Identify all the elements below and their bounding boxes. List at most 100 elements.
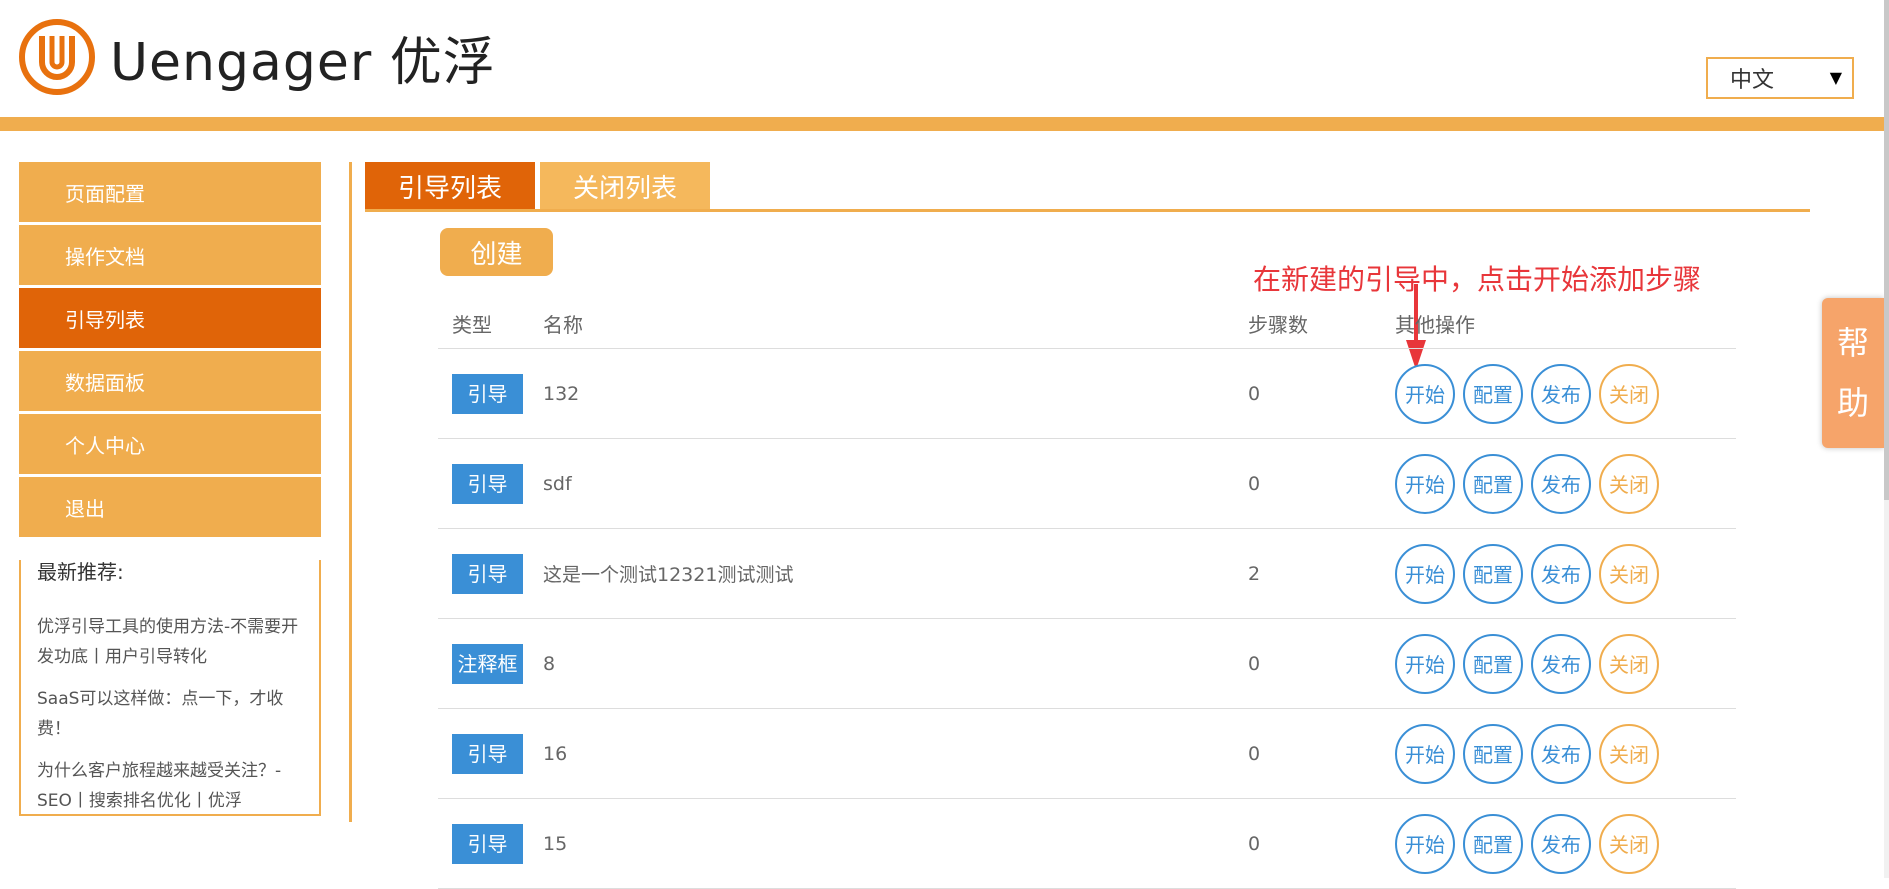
config-button[interactable]: 配置 [1463,363,1523,424]
row-type-cell: 引导 [438,553,543,594]
type-badge: 引导 [452,463,523,504]
config-button[interactable]: 配置 [1463,543,1523,604]
close-button[interactable]: 关闭 [1599,453,1659,514]
uengager-logo-icon [19,19,95,95]
recommend-title: 最新推荐: [37,560,124,584]
tab-underline [365,209,1810,212]
header-name: 名称 [543,312,583,337]
help-button[interactable]: 帮 助 [1822,298,1884,448]
table-row: 引导 这是一个测试12321测试测试 2 开始 配置 发布 关闭 [438,529,1736,619]
sidebar-item-label: 操作文档 [65,244,145,269]
config-button[interactable]: 配置 [1463,633,1523,694]
sidebar-item-docs[interactable]: 操作文档 [19,225,321,285]
recommend-panel: 最新推荐: 优浮引导工具的使用方法-不需要开发功底丨用户引导转化 SaaS可以这… [19,560,321,816]
close-button[interactable]: 关闭 [1599,543,1659,604]
row-actions: 开始 配置 发布 关闭 [1381,363,1667,424]
row-actions: 开始 配置 发布 关闭 [1381,813,1667,874]
publish-button[interactable]: 发布 [1531,543,1591,604]
row-name: 16 [543,742,568,765]
row-name: 15 [543,832,568,855]
help-label: 帮 [1836,324,1869,362]
row-steps: 0 [1248,742,1261,765]
row-steps: 0 [1248,382,1261,405]
type-badge: 引导 [452,823,523,864]
config-button[interactable]: 配置 [1463,813,1523,874]
table-row: 注释框 8 0 开始 配置 发布 关闭 [438,619,1736,709]
help-label: 助 [1836,384,1869,422]
recommend-link[interactable]: 为什么客户旅程越来越受关注？-SEO丨搜索排名优化丨优浮 [37,756,303,816]
close-button[interactable]: 关闭 [1599,363,1659,424]
row-steps: 0 [1248,652,1261,675]
header-type: 类型 [452,312,492,337]
sidebar-item-label: 引导列表 [65,307,145,332]
table-row: 引导 16 0 开始 配置 发布 关闭 [438,709,1736,799]
sidebar-item-profile[interactable]: 个人中心 [19,414,321,474]
start-button[interactable]: 开始 [1395,363,1455,424]
row-name: sdf [543,472,572,495]
create-button[interactable]: 创建 [440,228,553,276]
logo: Uengager 优浮 [18,18,496,96]
publish-button[interactable]: 发布 [1531,453,1591,514]
row-actions: 开始 配置 发布 关闭 [1381,453,1667,514]
row-actions: 开始 配置 发布 关闭 [1381,723,1667,784]
tab-bar: 引导列表 关闭列表 [365,162,715,210]
row-type-cell: 引导 [438,733,543,774]
start-button[interactable]: 开始 [1395,723,1455,784]
row-type-cell: 引导 [438,463,543,504]
row-steps: 2 [1248,562,1261,585]
sidebar-item-dashboard[interactable]: 数据面板 [19,351,321,411]
sidebar-item-label: 页面配置 [65,181,145,206]
type-badge: 引导 [452,373,523,414]
header-steps: 步骤数 [1248,312,1308,337]
close-button[interactable]: 关闭 [1599,633,1659,694]
config-button[interactable]: 配置 [1463,723,1523,784]
recommend-link[interactable]: 优浮引导工具的使用方法-不需要开发功底丨用户引导转化 [37,612,303,672]
start-button[interactable]: 开始 [1395,453,1455,514]
sidebar: 页面配置 操作文档 引导列表 数据面板 个人中心 退出 [19,162,321,540]
close-button[interactable]: 关闭 [1599,723,1659,784]
row-type-cell: 引导 [438,823,543,864]
start-button[interactable]: 开始 [1395,543,1455,604]
start-button[interactable]: 开始 [1395,633,1455,694]
scrollbar-thumb[interactable] [1884,0,1889,500]
type-badge: 引导 [452,733,523,774]
start-button[interactable]: 开始 [1395,813,1455,874]
row-name: 8 [543,652,556,675]
row-steps: 0 [1248,832,1261,855]
sidebar-item-label: 数据面板 [65,370,145,395]
row-type-cell: 注释框 [438,643,543,684]
publish-button[interactable]: 发布 [1531,813,1591,874]
publish-button[interactable]: 发布 [1531,723,1591,784]
row-steps: 0 [1248,472,1261,495]
type-badge: 引导 [452,553,523,594]
sidebar-item-logout[interactable]: 退出 [19,477,321,537]
header-divider [0,117,1884,131]
header-ops: 其他操作 [1395,312,1475,337]
table-row: 引导 132 0 开始 配置 发布 关闭 [438,349,1736,439]
row-actions: 开始 配置 发布 关闭 [1381,633,1667,694]
sidebar-item-label: 个人中心 [65,433,145,458]
config-button[interactable]: 配置 [1463,453,1523,514]
row-actions: 开始 配置 发布 关闭 [1381,543,1667,604]
table-row: 引导 sdf 0 开始 配置 发布 关闭 [438,439,1736,529]
logo-text: Uengager 优浮 [110,32,496,93]
row-type-cell: 引导 [438,373,543,414]
sidebar-item-guide-list[interactable]: 引导列表 [19,288,321,348]
type-badge: 注释框 [452,643,523,684]
row-name: 这是一个测试12321测试测试 [543,564,794,586]
table-row: 引导 15 0 开始 配置 发布 关闭 [438,799,1736,889]
sidebar-item-page-config[interactable]: 页面配置 [19,162,321,222]
publish-button[interactable]: 发布 [1531,363,1591,424]
sidebar-item-label: 退出 [65,496,105,521]
tab-closed-list[interactable]: 关闭列表 [540,162,711,210]
tab-guide-list[interactable]: 引导列表 [365,162,536,210]
row-name: 132 [543,382,580,405]
language-select[interactable]: 中文 ▼ [1706,57,1854,99]
recommend-link[interactable]: SaaS可以这样做：点一下，才收费！ [37,684,303,744]
close-button[interactable]: 关闭 [1599,813,1659,874]
language-value: 中文 [1730,68,1775,93]
guide-table: 类型 名称 步骤数 其他操作 引导 132 0 开始 配置 发布 关闭 引导 sdf 0 开始 配置发… [438,298,1736,889]
table-header: 类型 名称 步骤数 其他操作 [438,298,1736,349]
publish-button[interactable]: 发布 [1531,633,1591,694]
content-divider [349,162,352,822]
